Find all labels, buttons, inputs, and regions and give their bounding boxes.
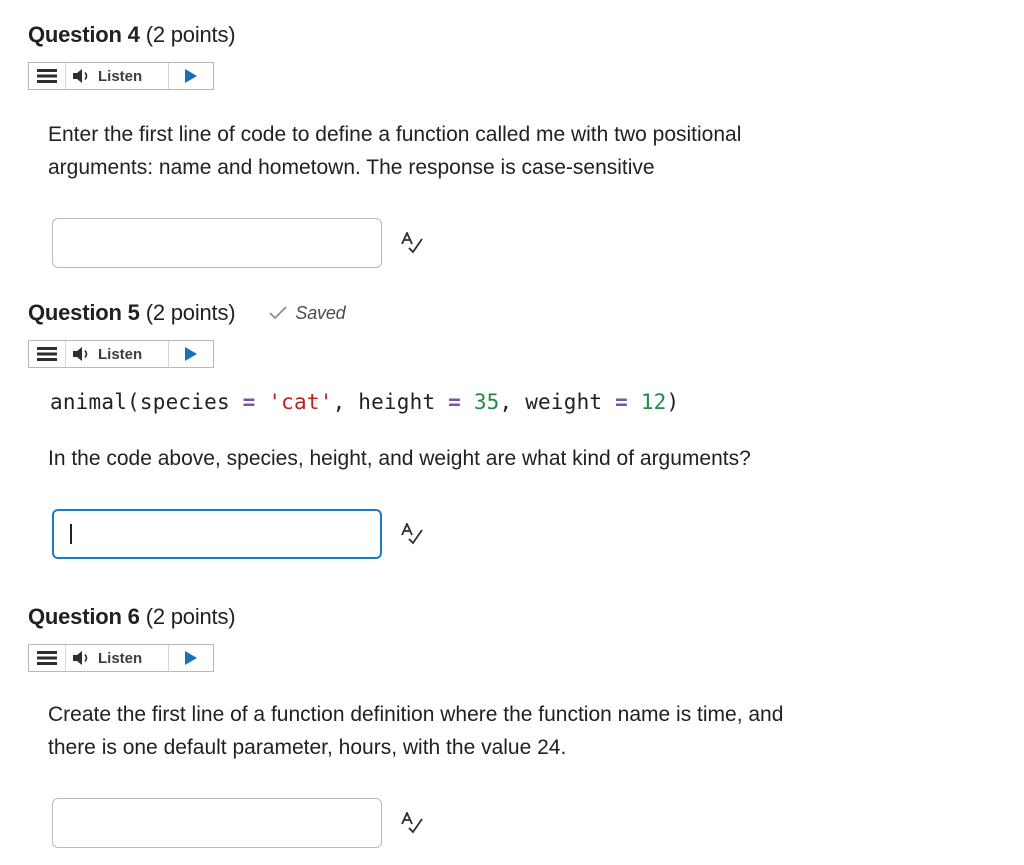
- hamburger-menu-icon: [37, 69, 57, 83]
- play-icon: [185, 651, 197, 665]
- prompt-line: Create the first line of a function defi…: [48, 703, 784, 726]
- prompt-line: Enter the first line of code to define a…: [48, 123, 742, 146]
- code-number: 35: [473, 390, 500, 414]
- saved-status: Saved: [269, 302, 346, 324]
- question-points: (2 points): [145, 604, 236, 629]
- spellcheck-icon: [401, 812, 423, 834]
- saved-label: Saved: [295, 302, 346, 323]
- question-prompt: In the code above, species, height, and …: [48, 442, 988, 475]
- play-button[interactable]: [169, 63, 213, 89]
- readspeaker-toolbar: Listen: [28, 340, 214, 368]
- answer-input[interactable]: [52, 218, 382, 268]
- code-text: , height: [332, 390, 449, 414]
- code-text: , weight: [499, 390, 616, 414]
- prompt-line: arguments: name and hometown. The respon…: [48, 156, 655, 179]
- question-6: Question 6 (2 points) Listen Create the …: [28, 602, 988, 848]
- play-icon: [185, 69, 197, 83]
- code-text: animal(species: [50, 390, 243, 414]
- question-4: Question 4 (2 points) Listen Enter the f…: [28, 20, 988, 268]
- spellcheck-button[interactable]: [400, 523, 424, 545]
- speaker-icon: [73, 651, 88, 665]
- prompt-line: there is one default parameter, hours, w…: [48, 736, 567, 759]
- spellcheck-button[interactable]: [400, 812, 424, 834]
- hamburger-menu-icon: [37, 651, 57, 665]
- question-title: Question 6: [28, 604, 140, 629]
- prompt-line: In the code above, species, height, and …: [48, 447, 751, 470]
- answer-input[interactable]: [52, 509, 382, 559]
- code-snippet: animal(species = 'cat', height = 35, wei…: [50, 390, 988, 414]
- answer-row: [52, 798, 988, 848]
- listen-button[interactable]: Listen: [66, 645, 169, 671]
- question-5: Question 5 (2 points) Saved Listen anima…: [28, 298, 988, 559]
- readspeaker-toolbar: Listen: [28, 62, 214, 90]
- question-prompt: Create the first line of a function defi…: [48, 698, 988, 764]
- spellcheck-icon: [401, 232, 423, 254]
- listen-button[interactable]: Listen: [66, 341, 169, 367]
- code-number: 12: [640, 390, 667, 414]
- spellcheck-icon: [401, 523, 423, 545]
- code-string: 'cat': [268, 390, 333, 414]
- listen-label: Listen: [98, 345, 143, 363]
- play-icon: [185, 347, 197, 361]
- listen-label: Listen: [98, 649, 143, 667]
- text-caret: [70, 524, 72, 544]
- hamburger-menu-icon: [37, 347, 57, 361]
- readspeaker-toolbar: Listen: [28, 644, 214, 672]
- listen-menu-button[interactable]: [29, 63, 66, 89]
- code-text: ): [666, 390, 680, 414]
- speaker-icon: [73, 347, 88, 361]
- question-points: (2 points): [145, 300, 236, 325]
- question-title: Question 5: [28, 300, 140, 325]
- answer-row: [52, 509, 988, 559]
- listen-menu-button[interactable]: [29, 341, 66, 367]
- question-points: (2 points): [145, 22, 236, 47]
- play-button[interactable]: [169, 645, 213, 671]
- question-heading: Question 6 (2 points): [28, 602, 988, 632]
- answer-row: [52, 218, 988, 268]
- answer-input[interactable]: [52, 798, 382, 848]
- question-title: Question 4: [28, 22, 140, 47]
- play-button[interactable]: [169, 341, 213, 367]
- spellcheck-button[interactable]: [400, 232, 424, 254]
- code-operator: =: [615, 390, 628, 414]
- speaker-icon: [73, 69, 88, 83]
- listen-menu-button[interactable]: [29, 645, 66, 671]
- question-heading: Question 4 (2 points): [28, 20, 988, 50]
- code-operator: =: [242, 390, 256, 414]
- question-heading: Question 5 (2 points) Saved: [28, 298, 988, 328]
- listen-label: Listen: [98, 67, 143, 85]
- question-prompt: Enter the first line of code to define a…: [48, 118, 988, 184]
- code-operator: =: [448, 390, 461, 414]
- listen-button[interactable]: Listen: [66, 63, 169, 89]
- checkmark-icon: [269, 306, 288, 320]
